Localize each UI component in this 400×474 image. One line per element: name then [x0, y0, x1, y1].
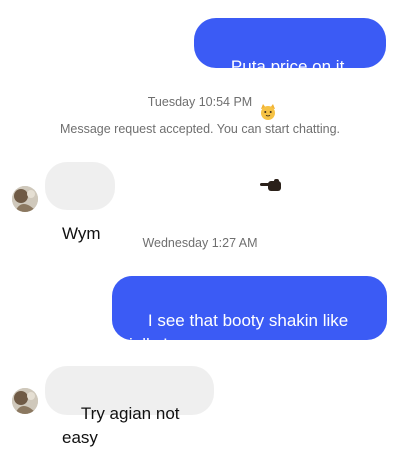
message-thread[interactable]: Puta price on it Tuesday 10:54 PM Messag… — [0, 0, 400, 447]
pointing-left-icon — [231, 152, 283, 224]
incoming-message[interactable]: Wym — [45, 162, 115, 243]
message-text: I see that booty shakin like jelly I wan… — [129, 311, 353, 354]
outgoing-message[interactable]: Puta price on it — [194, 18, 386, 191]
system-note: Message request accepted. You can start … — [59, 122, 341, 136]
outgoing-message[interactable]: I see that booty shakin like jelly I wan… — [112, 276, 387, 354]
cat-face-icon — [231, 79, 277, 152]
timestamp: Wednesday 1:27 AM — [142, 236, 258, 250]
timestamp: Tuesday 10:54 PM — [147, 95, 253, 109]
avatar[interactable] — [12, 388, 38, 414]
incoming-message[interactable]: Try agian not easy — [45, 366, 214, 447]
avatar[interactable] — [12, 186, 38, 212]
message-text: Puta price on it — [230, 57, 345, 76]
message-text: Try agian not easy — [62, 404, 185, 447]
